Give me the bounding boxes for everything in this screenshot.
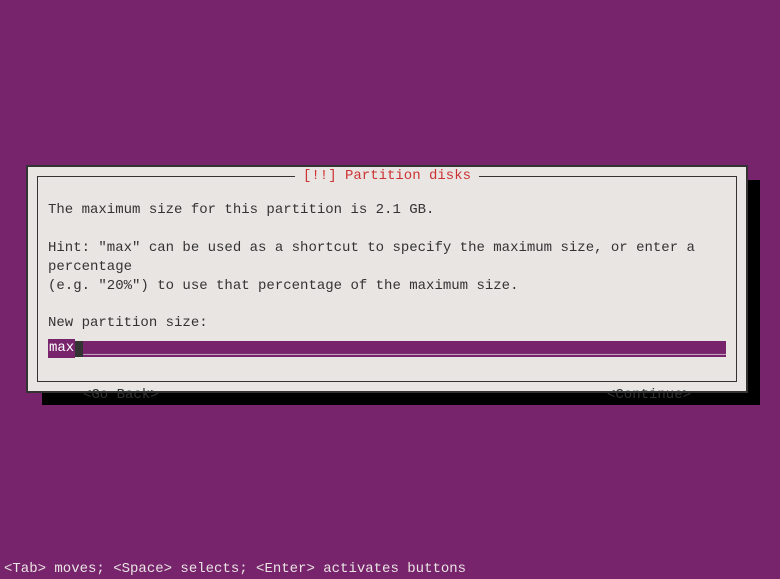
input-cursor xyxy=(75,341,83,357)
partition-dialog: [!!] Partition disks The maximum size fo… xyxy=(26,165,748,393)
hint-text-2: (e.g. "20%") to use that percentage of t… xyxy=(48,277,726,296)
dialog-title: [!!] Partition disks xyxy=(295,168,479,184)
continue-button[interactable]: <Continue> xyxy=(607,386,691,405)
button-row: <Go Back> <Continue> xyxy=(48,386,726,405)
max-size-text: The maximum size for this partition is 2… xyxy=(48,201,726,220)
input-fill: ________________________________________… xyxy=(83,341,726,357)
dialog-content: The maximum size for this partition is 2… xyxy=(38,177,736,417)
input-value: max xyxy=(48,339,75,358)
partition-size-input[interactable]: max _____________________________________… xyxy=(48,339,726,358)
go-back-button[interactable]: <Go Back> xyxy=(83,386,159,405)
hint-text-1: Hint: "max" can be used as a shortcut to… xyxy=(48,239,726,277)
status-bar: <Tab> moves; <Space> selects; <Enter> ac… xyxy=(4,561,466,577)
prompt-label: New partition size: xyxy=(48,314,726,333)
dialog-border: [!!] Partition disks The maximum size fo… xyxy=(37,176,737,382)
